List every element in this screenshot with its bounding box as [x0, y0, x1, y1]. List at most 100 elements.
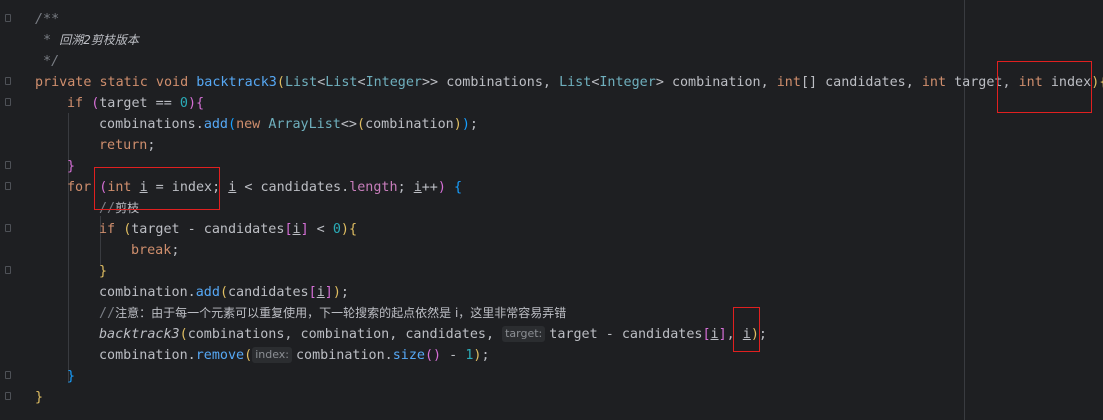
- fold-icon[interactable]: [5, 371, 11, 379]
- keyword: int: [776, 75, 801, 90]
- fold-icon[interactable]: [5, 182, 11, 190]
- expression: target - candidates: [549, 327, 703, 342]
- loop-variable: i: [413, 180, 422, 195]
- editor-gutter: [0, 0, 26, 420]
- arguments: combinations, combination, candidates,: [187, 327, 503, 342]
- paren: (: [179, 327, 188, 342]
- brace: }: [35, 390, 44, 405]
- semicolon: ;: [481, 348, 490, 363]
- type-name: ArrayList: [268, 117, 341, 132]
- method-name: backtrack3: [196, 75, 277, 90]
- param-hint: target:: [502, 326, 546, 342]
- code-line: return;: [99, 135, 155, 156]
- comment-text: 注意：由于每一个元素可以重复使用，下一轮搜索的起点依然是 i，这里非常容易弄错: [115, 306, 567, 320]
- fold-icon[interactable]: [5, 224, 11, 232]
- method-call: add: [195, 285, 220, 300]
- doc-comment-star: *: [35, 33, 60, 48]
- code-line: combination.add(candidates[i]);: [99, 282, 349, 303]
- type-name: Integer: [365, 75, 422, 90]
- bracket: [: [284, 222, 293, 237]
- code-line: }: [35, 387, 43, 408]
- code-line: private static void backtrack3(List<List…: [35, 72, 1103, 93]
- field: length: [349, 180, 398, 195]
- right-margin-guide: [964, 0, 965, 420]
- bracket: [: [702, 327, 711, 342]
- param: combination,: [671, 75, 777, 90]
- array-brackets: []: [800, 75, 826, 90]
- indent-guide: [68, 113, 69, 383]
- highlight-box-recursive-index: [733, 307, 760, 352]
- method-call: size: [392, 348, 425, 363]
- code-line: if (target - candidates[i] < 0){: [99, 219, 357, 240]
- object-ref: combination.: [296, 348, 393, 363]
- code-line: //注意：由于每一个元素可以重复使用，下一轮搜索的起点依然是 i，这里非常容易弄…: [99, 303, 566, 324]
- diamond: <>: [340, 117, 357, 132]
- method-call: remove: [195, 348, 245, 363]
- param: candidates,: [825, 75, 922, 90]
- keyword: int: [921, 75, 947, 90]
- paren: ): [340, 222, 349, 237]
- paren: (: [219, 285, 228, 300]
- argument: combination: [365, 117, 454, 132]
- semicolon: ;: [340, 285, 349, 300]
- param: combinations,: [446, 75, 560, 90]
- method-call: add: [203, 117, 228, 132]
- doc-comment-start: /**: [35, 12, 60, 27]
- fold-icon[interactable]: [5, 392, 11, 400]
- highlight-box-loop-init: [94, 167, 220, 210]
- operator: ++: [421, 180, 438, 195]
- brace: {: [445, 180, 463, 195]
- bracket: ]: [300, 222, 309, 237]
- object-ref: combination.: [99, 348, 196, 363]
- keyword: if: [99, 222, 124, 237]
- loop-variable: i: [292, 222, 301, 237]
- comment-marker: //: [99, 306, 116, 321]
- object-ref: combination.: [99, 285, 196, 300]
- paren: (: [357, 117, 366, 132]
- angle: >: [655, 75, 672, 90]
- code-line: }: [67, 366, 75, 387]
- brace: }: [67, 369, 76, 384]
- code-line: if (target == 0){: [67, 93, 204, 114]
- brace: {: [196, 96, 205, 111]
- keyword: if: [67, 96, 92, 111]
- bracket: [: [308, 285, 317, 300]
- doc-comment-end: */: [35, 54, 60, 69]
- semicolon: ;: [758, 327, 767, 342]
- bracket: ]: [718, 327, 727, 342]
- expression: <: [308, 222, 333, 237]
- code-line: }: [67, 156, 75, 177]
- code-line: break;: [131, 240, 179, 261]
- bracket: ]: [324, 285, 333, 300]
- code-line: }: [99, 261, 107, 282]
- semicolon: ;: [147, 138, 156, 153]
- keyword: new: [236, 117, 269, 132]
- code-line: backtrack3(combinations, combination, ca…: [99, 324, 767, 345]
- paren: ): [332, 285, 341, 300]
- code-line: combination.remove(index: combination.siz…: [99, 345, 490, 366]
- fold-icon[interactable]: [5, 161, 11, 169]
- keyword: break: [131, 243, 172, 258]
- type-name: List: [325, 75, 358, 90]
- brace: }: [99, 264, 108, 279]
- code-line: combinations.add(new ArrayList<>(combina…: [99, 114, 478, 135]
- paren: (: [276, 75, 285, 90]
- object-ref: combinations.: [99, 117, 204, 132]
- fold-icon[interactable]: [5, 98, 11, 106]
- highlight-box-index-param: [997, 61, 1092, 113]
- loop-variable: i: [710, 327, 719, 342]
- paren: (: [244, 348, 253, 363]
- brace: }: [67, 159, 76, 174]
- brace: {: [348, 222, 357, 237]
- angle: >>: [422, 75, 447, 90]
- code-line: * 回溯2剪枝版本: [35, 30, 139, 51]
- fold-icon[interactable]: [5, 77, 11, 85]
- method-call: backtrack3: [99, 327, 180, 342]
- semicolon: ;: [171, 243, 180, 258]
- fold-icon[interactable]: [5, 266, 11, 274]
- param-hint: index:: [252, 347, 292, 363]
- fold-icon[interactable]: [5, 14, 11, 22]
- paren: ): [453, 117, 462, 132]
- expression: < candidates.: [236, 180, 350, 195]
- semicolon: ;: [397, 180, 414, 195]
